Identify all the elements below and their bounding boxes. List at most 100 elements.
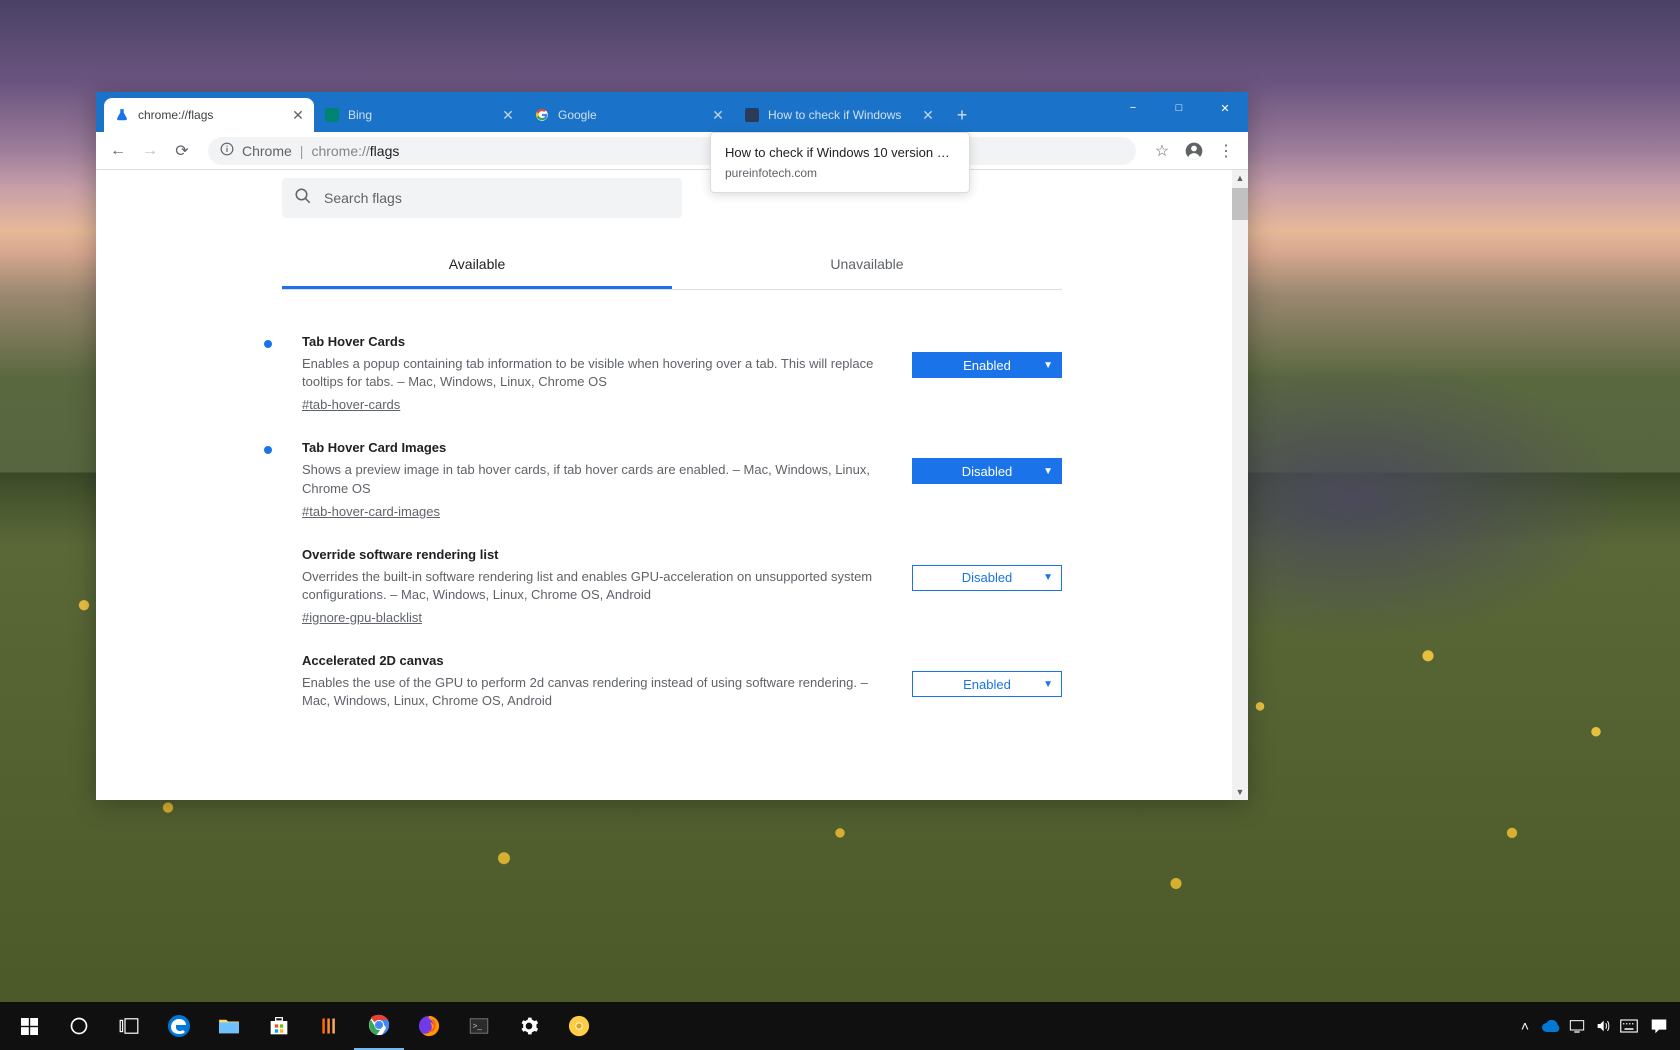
- flag-dropdown[interactable]: Disabled ▼: [912, 565, 1062, 591]
- task-view[interactable]: [104, 1002, 154, 1050]
- google-icon: [534, 107, 550, 123]
- chevron-down-icon: ▼: [1043, 572, 1053, 583]
- profile-avatar[interactable]: [1180, 137, 1208, 165]
- taskbar-chrome[interactable]: [354, 1002, 404, 1050]
- chrome-window: chrome://flags ✕ Bing ✕ Google ✕ How to …: [96, 92, 1248, 800]
- start-button[interactable]: [4, 1002, 54, 1050]
- window-controls: − □ ✕: [1110, 92, 1248, 124]
- windows-taskbar: >_ ˄: [0, 1002, 1680, 1050]
- taskbar-terminal[interactable]: >_: [454, 1002, 504, 1050]
- flag-dropdown[interactable]: Enabled ▼: [912, 671, 1062, 697]
- taskbar-settings[interactable]: [504, 1002, 554, 1050]
- close-window-button[interactable]: ✕: [1202, 92, 1248, 124]
- tab-title: How to check if Windows: [768, 108, 920, 122]
- close-icon[interactable]: ✕: [920, 107, 936, 123]
- url-prefix: chrome://: [311, 143, 369, 159]
- taskbar-chrome-canary[interactable]: [554, 1002, 604, 1050]
- tab-flags[interactable]: chrome://flags ✕: [104, 98, 314, 132]
- tab-unavailable[interactable]: Unavailable: [672, 242, 1062, 289]
- tab-strip: chrome://flags ✕ Bing ✕ Google ✕ How to …: [96, 98, 1110, 132]
- flask-icon: [114, 107, 130, 123]
- flag-item: Tab Hover Card Images Shows a preview ima…: [282, 426, 1062, 532]
- modified-dot-icon: [264, 446, 272, 454]
- system-tray: ˄: [1512, 1002, 1676, 1050]
- flag-item: Accelerated 2D canvas Enables the use of …: [282, 639, 1062, 730]
- search-placeholder: Search flags: [324, 190, 402, 206]
- flag-dropdown-value: Disabled: [962, 570, 1013, 585]
- tab-bing[interactable]: Bing ✕: [314, 98, 524, 132]
- reload-button[interactable]: ⟳: [168, 137, 196, 165]
- search-flags-input[interactable]: Search flags: [282, 178, 682, 218]
- scroll-thumb[interactable]: [1232, 188, 1248, 220]
- flag-title: Override software rendering list: [302, 547, 892, 562]
- site-info-icon[interactable]: [220, 142, 234, 159]
- tab-title: chrome://flags: [138, 108, 290, 122]
- titlebar: chrome://flags ✕ Bing ✕ Google ✕ How to …: [96, 92, 1248, 132]
- search-icon: [294, 187, 312, 210]
- flags-page: Search flags Available Unavailable Tab H…: [282, 170, 1062, 761]
- flag-body: Tab Hover CardsEnables a popup containin…: [302, 334, 892, 412]
- url-path: flags: [370, 143, 400, 159]
- scroll-down-arrow[interactable]: ▼: [1232, 784, 1248, 800]
- scroll-up-arrow[interactable]: ▲: [1232, 170, 1248, 186]
- flag-list: Tab Hover CardsEnables a popup containin…: [282, 290, 1062, 761]
- flag-dropdown-value: Disabled: [962, 464, 1013, 479]
- tab-pureinfo[interactable]: How to check if Windows ✕: [734, 98, 944, 132]
- hover-card-title: How to check if Windows 10 version 1…: [725, 145, 955, 160]
- tray-volume-icon[interactable]: [1590, 1002, 1616, 1050]
- close-icon[interactable]: ✕: [710, 107, 726, 123]
- flag-dropdown-value: Enabled: [963, 677, 1011, 692]
- flag-dropdown[interactable]: Enabled ▼: [912, 352, 1062, 378]
- flag-title: Tab Hover Card Images: [302, 440, 892, 455]
- tray-show-hidden-icon[interactable]: ˄: [1512, 1002, 1538, 1050]
- page-content: ▲ ▼ Search flags Available Unavailable T…: [96, 170, 1248, 800]
- flag-body: Accelerated 2D canvas Enables the use of …: [302, 653, 892, 716]
- tab-hover-card: How to check if Windows 10 version 1… pu…: [710, 132, 970, 193]
- minimize-button[interactable]: −: [1110, 92, 1156, 124]
- chevron-down-icon: ▼: [1043, 360, 1053, 371]
- bing-icon: [324, 107, 340, 123]
- separator: |: [300, 143, 304, 159]
- flag-item: Tab Hover CardsEnables a popup containin…: [282, 320, 1062, 426]
- new-tab-button[interactable]: +: [948, 101, 976, 129]
- tray-input-icon[interactable]: [1564, 1002, 1590, 1050]
- forward-button[interactable]: →: [136, 137, 164, 165]
- flag-anchor-link[interactable]: #tab-hover-cards: [302, 397, 892, 412]
- cortana-search[interactable]: [54, 1002, 104, 1050]
- flags-tabs: Available Unavailable: [282, 242, 1062, 290]
- address-bar[interactable]: Chrome | chrome://flags: [208, 137, 1136, 165]
- back-button[interactable]: ←: [104, 137, 132, 165]
- tab-available[interactable]: Available: [282, 242, 672, 289]
- bookmark-star-icon[interactable]: ☆: [1148, 137, 1176, 165]
- close-icon[interactable]: ✕: [500, 107, 516, 123]
- taskbar-firefox[interactable]: [404, 1002, 454, 1050]
- tab-title: Bing: [348, 108, 500, 122]
- taskbar-app-orange[interactable]: [304, 1002, 354, 1050]
- flag-anchor-link[interactable]: #tab-hover-card-images: [302, 504, 892, 519]
- flag-description: Overrides the built-in software renderin…: [302, 568, 892, 604]
- tab-google[interactable]: Google ✕: [524, 98, 734, 132]
- taskbar-edge[interactable]: [154, 1002, 204, 1050]
- tray-keyboard-icon[interactable]: [1616, 1002, 1642, 1050]
- svg-text:>_: >_: [473, 1021, 483, 1030]
- url-scheme-chip: Chrome: [242, 143, 292, 159]
- chevron-down-icon: ▼: [1043, 466, 1053, 477]
- vertical-scrollbar[interactable]: ▲ ▼: [1232, 170, 1248, 800]
- flag-item: Override software rendering list Override…: [282, 533, 1062, 639]
- flag-anchor-link[interactable]: #ignore-gpu-blacklist: [302, 610, 892, 625]
- maximize-button[interactable]: □: [1156, 92, 1202, 124]
- flag-description: Enables the use of the GPU to perform 2d…: [302, 674, 892, 710]
- menu-button[interactable]: ⋮: [1212, 137, 1240, 165]
- pureinfo-icon: [744, 107, 760, 123]
- flag-dropdown-value: Enabled: [963, 358, 1011, 373]
- taskbar-file-explorer[interactable]: [204, 1002, 254, 1050]
- flag-dropdown[interactable]: Disabled ▼: [912, 458, 1062, 484]
- flag-title: Accelerated 2D canvas: [302, 653, 892, 668]
- tray-onedrive-icon[interactable]: [1538, 1002, 1564, 1050]
- flag-description: Shows a preview image in tab hover cards…: [302, 461, 892, 497]
- hover-card-url: pureinfotech.com: [725, 166, 955, 180]
- tray-action-center-icon[interactable]: [1642, 1002, 1676, 1050]
- close-icon[interactable]: ✕: [290, 107, 306, 123]
- chevron-down-icon: ▼: [1043, 679, 1053, 690]
- taskbar-store[interactable]: [254, 1002, 304, 1050]
